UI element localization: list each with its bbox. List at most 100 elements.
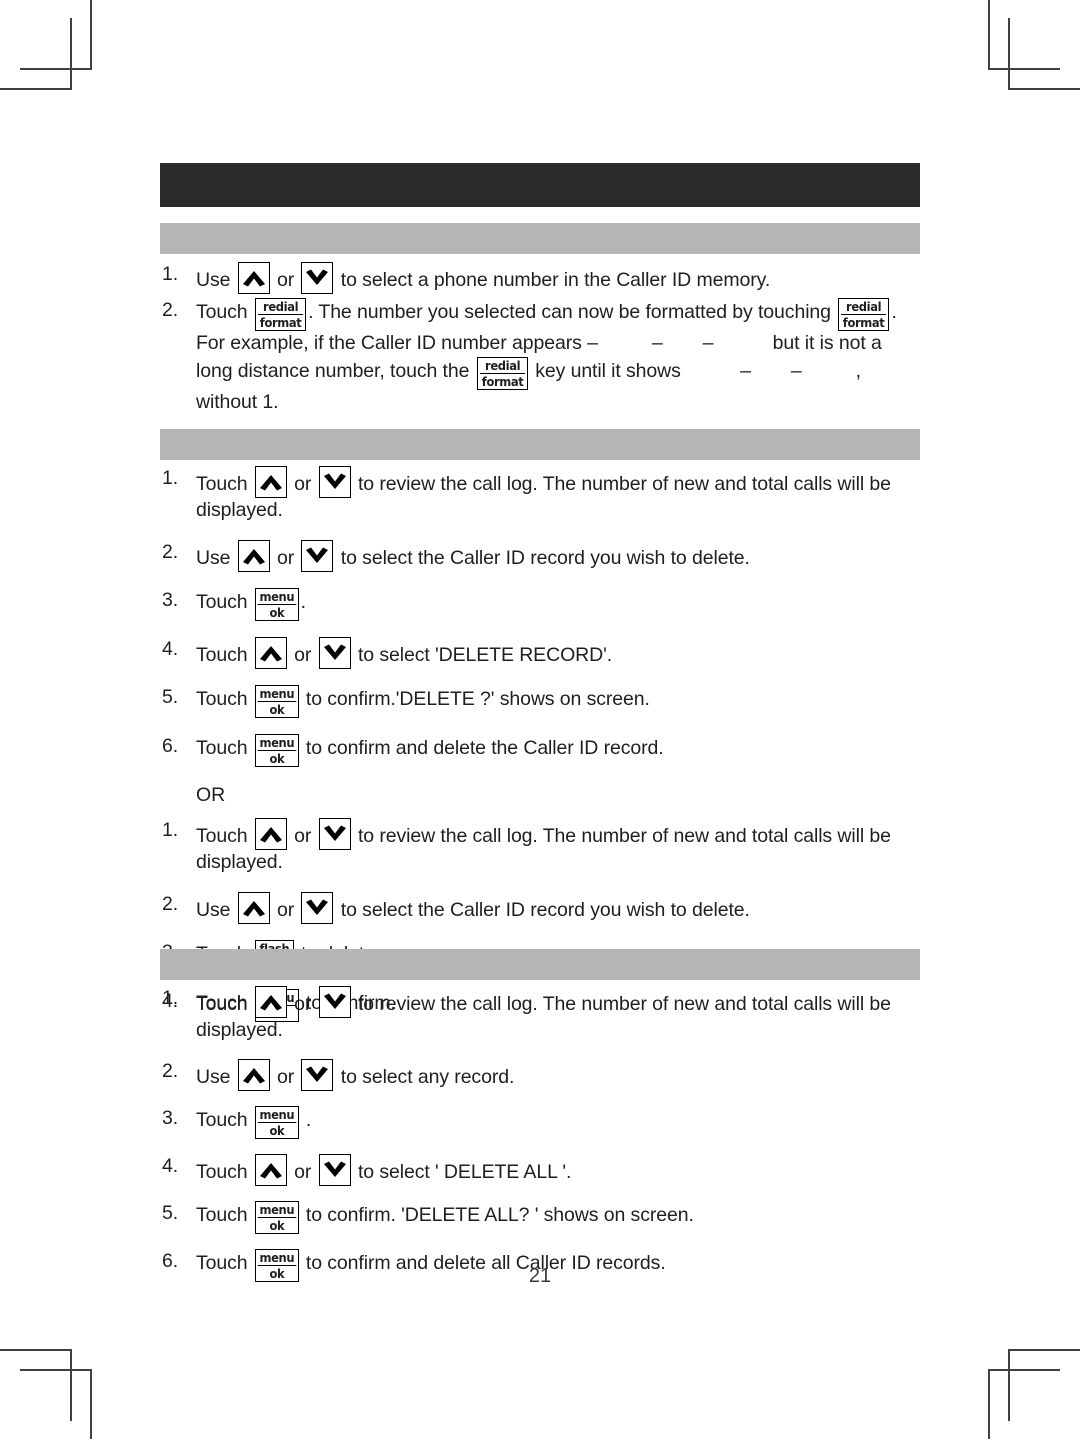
up-arrow-key-icon[interactable] [237, 892, 270, 925]
key-label-bottom: format [481, 373, 524, 389]
instruction-step: 5. Touch menu ok to confirm. 'DELETE ALL? … [160, 1200, 920, 1234]
step-text: to select the Caller ID record you wish … [335, 899, 750, 922]
section-heading-bar-format [160, 223, 920, 254]
section-format-number: 1. Use or to select a phone number in the… [160, 262, 920, 419]
step-text: to confirm. 'DELETE ALL? ' shows on scre… [300, 1203, 694, 1226]
instruction-step: 3. Touch menu ok. [160, 587, 920, 621]
up-arrow-key-icon[interactable] [254, 1153, 287, 1186]
instruction-step: 1. Use or to select a phone number in the… [160, 262, 920, 294]
step-text: Touch [196, 1160, 253, 1183]
step-text: Touch [196, 473, 253, 495]
steps-list-delete-all: 1. Touch or to review the call log. The n… [160, 986, 920, 1282]
step-text: to confirm.'DELETE ?' shows on screen. [300, 687, 650, 710]
menu-ok-key-icon[interactable]: menuok [254, 733, 299, 767]
down-arrow-key-icon[interactable] [301, 892, 334, 925]
down-arrow-key-icon[interactable] [301, 539, 334, 572]
page-number: 21 [528, 1265, 552, 1287]
redial-format-key-icon[interactable]: redial format [476, 356, 528, 390]
step-number: 2. [162, 299, 179, 321]
down-arrow-key-icon[interactable] [318, 986, 351, 1018]
instruction-step: 1. Touch or to review the call log. The n… [160, 818, 920, 876]
up-arrow-key-icon[interactable] [254, 986, 287, 1018]
menu-ok-key-icon[interactable]: menuok [254, 1200, 299, 1234]
step-number: 4. [162, 1154, 179, 1177]
down-arrow-key-icon[interactable] [301, 262, 334, 294]
down-arrow-key-icon[interactable] [318, 1153, 351, 1186]
step-text: or [288, 993, 317, 1015]
step-text: . [300, 590, 306, 613]
instruction-step: 1. Touch or to review the call log. The n… [160, 986, 920, 1044]
step-text: Touch [196, 1203, 253, 1226]
up-arrow-key-icon[interactable] [254, 818, 287, 851]
key-label-top: menu [257, 1201, 296, 1218]
step-text: Touch [196, 1108, 253, 1131]
step-text: Touch [196, 736, 253, 759]
key-label-top: redial [841, 299, 887, 315]
crop-line [988, 0, 990, 70]
key-label-bottom: ok [269, 701, 285, 717]
step-text: to select 'DELETE RECORD'. [352, 643, 613, 666]
step-text: or [288, 643, 317, 666]
crop-line [988, 68, 1060, 70]
instruction-step: 2. Use or to select any record. [160, 1058, 920, 1091]
chapter-title-bar [160, 163, 920, 207]
step-text: to select a phone number in the Caller I… [335, 269, 771, 291]
menu-ok-key-icon[interactable]: menuok [254, 587, 299, 621]
up-arrow-key-icon[interactable] [254, 466, 287, 498]
phone-number-dash: – [587, 332, 598, 354]
step-number: 1. [162, 263, 179, 285]
step-text: or [288, 1160, 317, 1183]
crop-line [20, 68, 92, 70]
step-number: 4. [162, 637, 179, 660]
key-label-bottom: ok [269, 604, 285, 620]
step-text: to select any record. [335, 1065, 515, 1088]
step-number: 3. [162, 588, 179, 611]
menu-ok-key-icon[interactable]: menuok [254, 684, 299, 718]
menu-ok-key-icon[interactable]: menuok [254, 1105, 299, 1139]
step-text: or [288, 473, 317, 495]
down-arrow-key-icon[interactable] [318, 636, 351, 669]
step-text: Touch [196, 687, 253, 710]
up-arrow-key-icon[interactable] [237, 262, 270, 294]
crop-line [1008, 88, 1080, 90]
key-label-bottom: ok [269, 750, 285, 766]
phone-number-dash: – [790, 359, 802, 382]
section-delete-all: 1. Touch or to review the call log. The n… [160, 986, 920, 1297]
up-arrow-key-icon[interactable] [237, 1058, 270, 1091]
down-arrow-key-icon[interactable] [301, 1058, 334, 1091]
or-separator-label: OR [196, 783, 226, 806]
key-label-top: menu [257, 1106, 296, 1123]
step-text: . [300, 1108, 312, 1131]
instruction-step: 1. Touch or to review the call log. The n… [160, 466, 920, 524]
crop-line [70, 1349, 72, 1421]
down-arrow-key-icon[interactable] [318, 466, 351, 498]
section-heading-bar-delete-record [160, 429, 920, 460]
key-label-bottom: ok [269, 1122, 285, 1138]
crop-line [20, 1369, 92, 1371]
redial-format-key-icon[interactable]: redial format [254, 298, 307, 331]
key-label-top: menu [257, 734, 296, 751]
step-text: Use [196, 899, 236, 922]
step-number: 1. [162, 987, 179, 1009]
key-label-top: menu [257, 1249, 296, 1266]
crop-line [1008, 1349, 1010, 1421]
crop-line [1008, 18, 1010, 90]
instruction-step: 4. Touch or to select 'DELETE RECORD'. [160, 636, 920, 669]
step-text: Touch [196, 590, 253, 613]
up-arrow-key-icon[interactable] [237, 539, 270, 572]
crop-line [70, 18, 72, 90]
down-arrow-key-icon[interactable] [318, 818, 351, 851]
phone-number-dash: – [740, 359, 751, 382]
step-number: 3. [162, 1106, 179, 1129]
up-arrow-key-icon[interactable] [254, 636, 287, 669]
redial-format-key-icon[interactable]: redial format [838, 298, 890, 331]
key-label-top: redial [479, 358, 525, 374]
step-text: or [271, 1065, 300, 1088]
crop-line [90, 1369, 92, 1439]
step-text: . The number you selected can now be for… [308, 301, 837, 323]
key-label-top: menu [257, 685, 296, 702]
steps-list-format: 1. Use or to select a phone number in the… [160, 262, 920, 415]
step-text: to confirm and delete the Caller ID reco… [300, 736, 664, 759]
step-text: Use [196, 1065, 236, 1088]
key-label-bottom: format [259, 315, 302, 330]
